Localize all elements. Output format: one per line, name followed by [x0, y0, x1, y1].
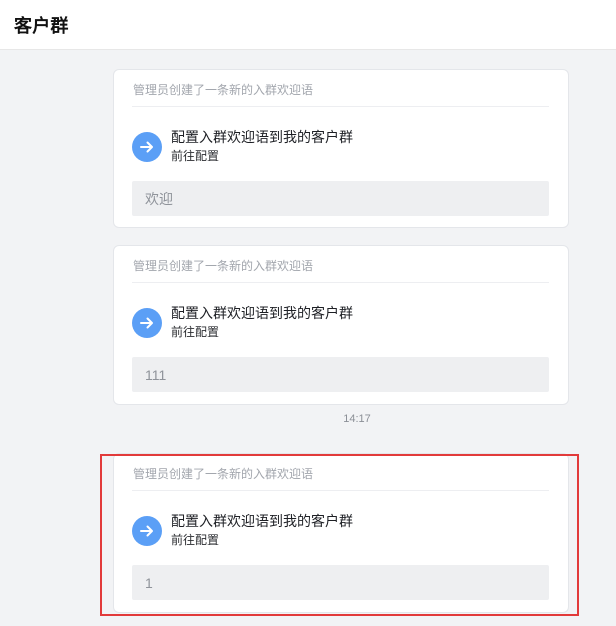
arrow-right-icon-svg — [140, 317, 153, 329]
app-window: 客户群 管理员创建了一条新的入群欢迎语 配置入群欢迎语到我的客户群 前往配置 欢… — [0, 0, 616, 626]
page-title: 客户群 — [14, 15, 69, 36]
welcome-message-card: 管理员创建了一条新的入群欢迎语 配置入群欢迎语到我的客户群 前往配置 欢迎 — [113, 69, 569, 228]
action-title: 配置入群欢迎语到我的客户群 — [171, 129, 353, 145]
arrow-right-icon — [132, 132, 162, 162]
action-text-group: 配置入群欢迎语到我的客户群 前往配置 — [171, 512, 353, 550]
card-header-text: 管理员创建了一条新的入群欢迎语 — [133, 83, 314, 97]
welcome-message-preview: 欢迎 — [132, 181, 549, 216]
action-title: 配置入群欢迎语到我的客户群 — [171, 513, 353, 529]
action-text-group: 配置入群欢迎语到我的客户群 前往配置 — [171, 304, 353, 342]
card-divider — [132, 490, 549, 491]
arrow-right-icon-svg — [140, 141, 153, 153]
action-subtitle: 前往配置 — [171, 149, 220, 163]
configure-welcome-message-link[interactable]: 配置入群欢迎语到我的客户群 前往配置 — [132, 127, 512, 167]
card-divider — [132, 282, 549, 283]
configure-welcome-message-link[interactable]: 配置入群欢迎语到我的客户群 前往配置 — [132, 511, 512, 551]
arrow-right-icon — [132, 516, 162, 546]
action-text-group: 配置入群欢迎语到我的客户群 前往配置 — [171, 128, 353, 166]
action-subtitle: 前往配置 — [171, 325, 220, 339]
card-header-text: 管理员创建了一条新的入群欢迎语 — [133, 259, 314, 273]
configure-welcome-message-link[interactable]: 配置入群欢迎语到我的客户群 前往配置 — [132, 303, 512, 343]
welcome-message-card: 管理员创建了一条新的入群欢迎语 配置入群欢迎语到我的客户群 前往配置 111 — [113, 245, 569, 405]
welcome-message-preview: 1 — [132, 565, 549, 600]
action-subtitle: 前往配置 — [171, 533, 220, 547]
action-title: 配置入群欢迎语到我的客户群 — [171, 305, 353, 321]
card-header-text: 管理员创建了一条新的入群欢迎语 — [133, 467, 314, 481]
top-bar: 客户群 — [0, 0, 616, 50]
arrow-right-icon — [132, 308, 162, 338]
message-timestamp: 14:17 — [343, 413, 371, 425]
card-divider — [132, 106, 549, 107]
welcome-message-preview: 111 — [132, 357, 549, 392]
welcome-message-card: 管理员创建了一条新的入群欢迎语 配置入群欢迎语到我的客户群 前往配置 1 — [113, 453, 569, 613]
arrow-right-icon-svg — [140, 525, 153, 537]
